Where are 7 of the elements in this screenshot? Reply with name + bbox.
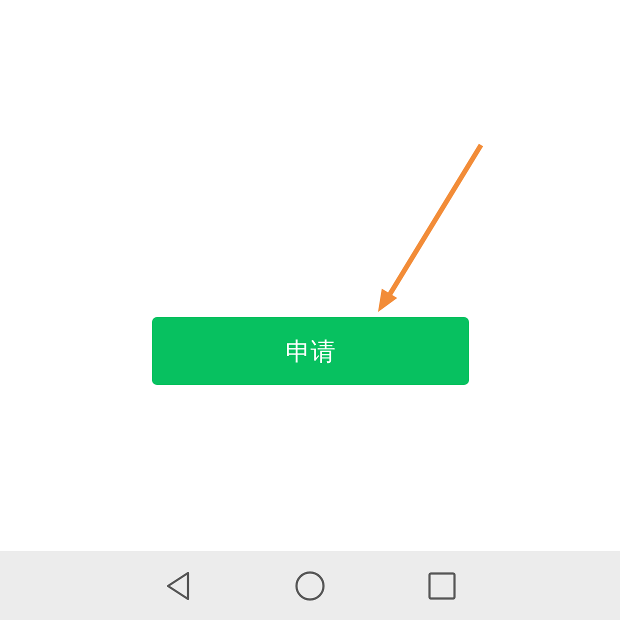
back-button[interactable] [165,570,191,600]
recents-icon [428,572,456,600]
apply-button[interactable]: 申请 [152,317,469,385]
recents-button[interactable] [428,572,456,600]
home-button[interactable] [295,570,325,600]
home-icon [295,570,325,600]
back-icon [165,570,191,600]
